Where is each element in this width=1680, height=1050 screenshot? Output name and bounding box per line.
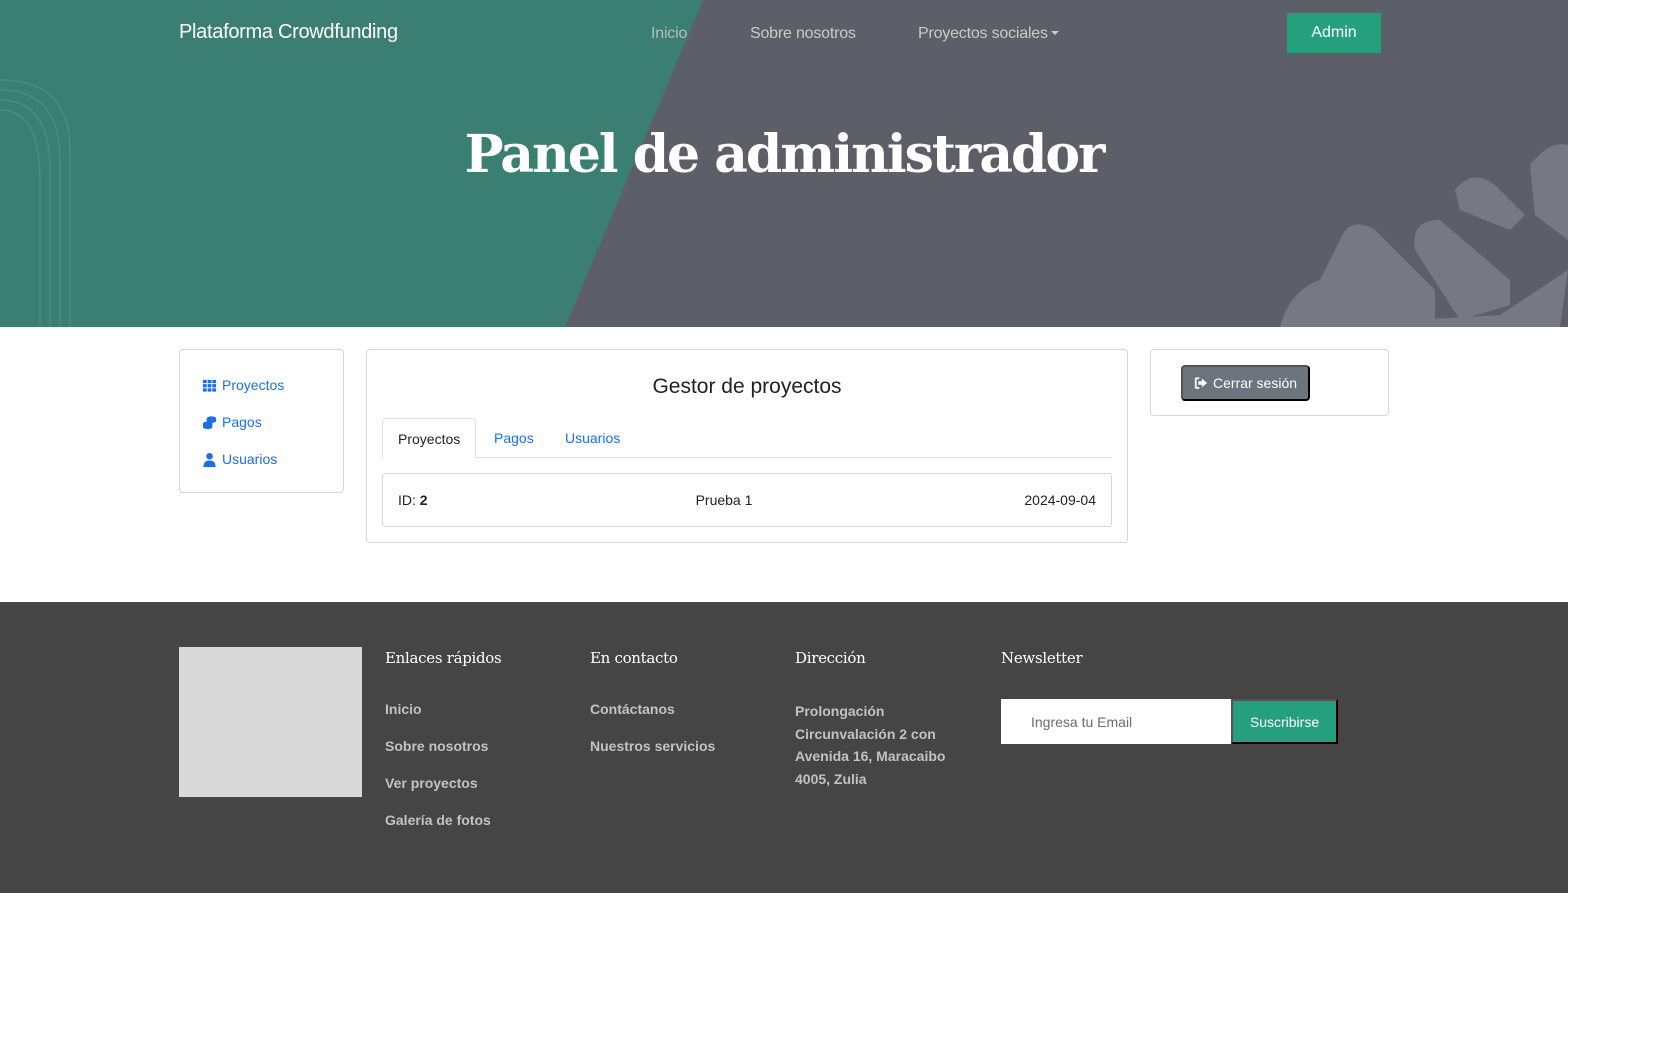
brand-logo-text[interactable]: Plataforma Crowdfunding <box>179 21 398 44</box>
tab-proyectos[interactable]: Proyectos <box>382 418 477 459</box>
project-manager-card: Gestor de proyectos Proyectos Pagos Usua… <box>366 349 1128 543</box>
footer-link-servicios[interactable]: Nuestros servicios <box>590 738 715 754</box>
user-icon <box>203 452 216 467</box>
newsletter-email-input[interactable]: Ingresa tu Email <box>1001 699 1231 744</box>
footer-contact-title: En contacto <box>590 649 678 667</box>
footer-link-ver-proyectos[interactable]: Ver proyectos <box>385 775 478 791</box>
sidebar-item-usuarios[interactable]: Usuarios <box>202 451 277 467</box>
footer-link-inicio[interactable]: Inicio <box>385 701 422 717</box>
footer-address-title: Dirección <box>795 649 866 667</box>
sidebar-item-label: Usuarios <box>222 451 278 467</box>
footer-logo-placeholder <box>179 647 362 797</box>
footer-quick-links-title: Enlaces rápidos <box>385 649 502 667</box>
sidebar-item-label: Proyectos <box>222 377 285 393</box>
nav-link-inicio[interactable]: Inicio <box>651 25 687 43</box>
project-name: Prueba 1 <box>695 492 753 508</box>
nav-dropdown-proyectos-sociales[interactable]: Proyectos sociales <box>918 25 1059 43</box>
logout-label: Cerrar sesión <box>1212 375 1298 391</box>
sign-out-icon <box>1194 377 1208 389</box>
nav-dropdown-label: Proyectos sociales <box>918 25 1048 42</box>
footer: Enlaces rápidos Inicio Sobre nosotros Ve… <box>0 602 1568 893</box>
footer-link-sobre-nosotros[interactable]: Sobre nosotros <box>385 738 488 754</box>
sidebar-item-proyectos[interactable]: Proyectos <box>202 377 284 393</box>
card-title: Gestor de proyectos <box>652 375 842 398</box>
footer-link-contactanos[interactable]: Contáctanos <box>590 701 675 717</box>
hero-banner: Plataforma Crowdfunding Inicio Sobre nos… <box>0 0 1568 327</box>
logout-button[interactable]: Cerrar sesión <box>1181 365 1310 401</box>
tab-usuarios[interactable]: Usuarios <box>550 418 635 458</box>
footer-address: Prolongación Circunvalación 2 con Avenid… <box>795 703 946 787</box>
sidebar-card: Proyectos Pagos Usuarios <box>179 349 344 493</box>
nav-link-sobre-nosotros[interactable]: Sobre nosotros <box>750 25 856 43</box>
footer-link-galeria[interactable]: Galería de fotos <box>385 812 491 828</box>
project-date: 2024-09-04 <box>1024 492 1096 508</box>
session-card: Cerrar sesión <box>1150 349 1389 416</box>
coins-icon <box>202 415 217 429</box>
subscribe-button[interactable]: Suscribirse <box>1231 699 1338 744</box>
tab-bar: Proyectos Pagos Usuarios <box>382 418 1112 459</box>
caret-down-icon <box>1050 31 1059 35</box>
tab-pagos[interactable]: Pagos <box>479 418 549 458</box>
admin-button[interactable]: Admin <box>1287 13 1381 53</box>
sidebar-item-label: Pagos <box>222 414 262 430</box>
project-row[interactable]: ID: 2 Prueba 1 2024-09-04 <box>382 473 1112 527</box>
page-title: Panel de administrador <box>464 124 1106 185</box>
sidebar-item-pagos[interactable]: Pagos <box>202 414 262 430</box>
grid-icon <box>202 379 217 392</box>
footer-newsletter-title: Newsletter <box>1001 649 1083 667</box>
